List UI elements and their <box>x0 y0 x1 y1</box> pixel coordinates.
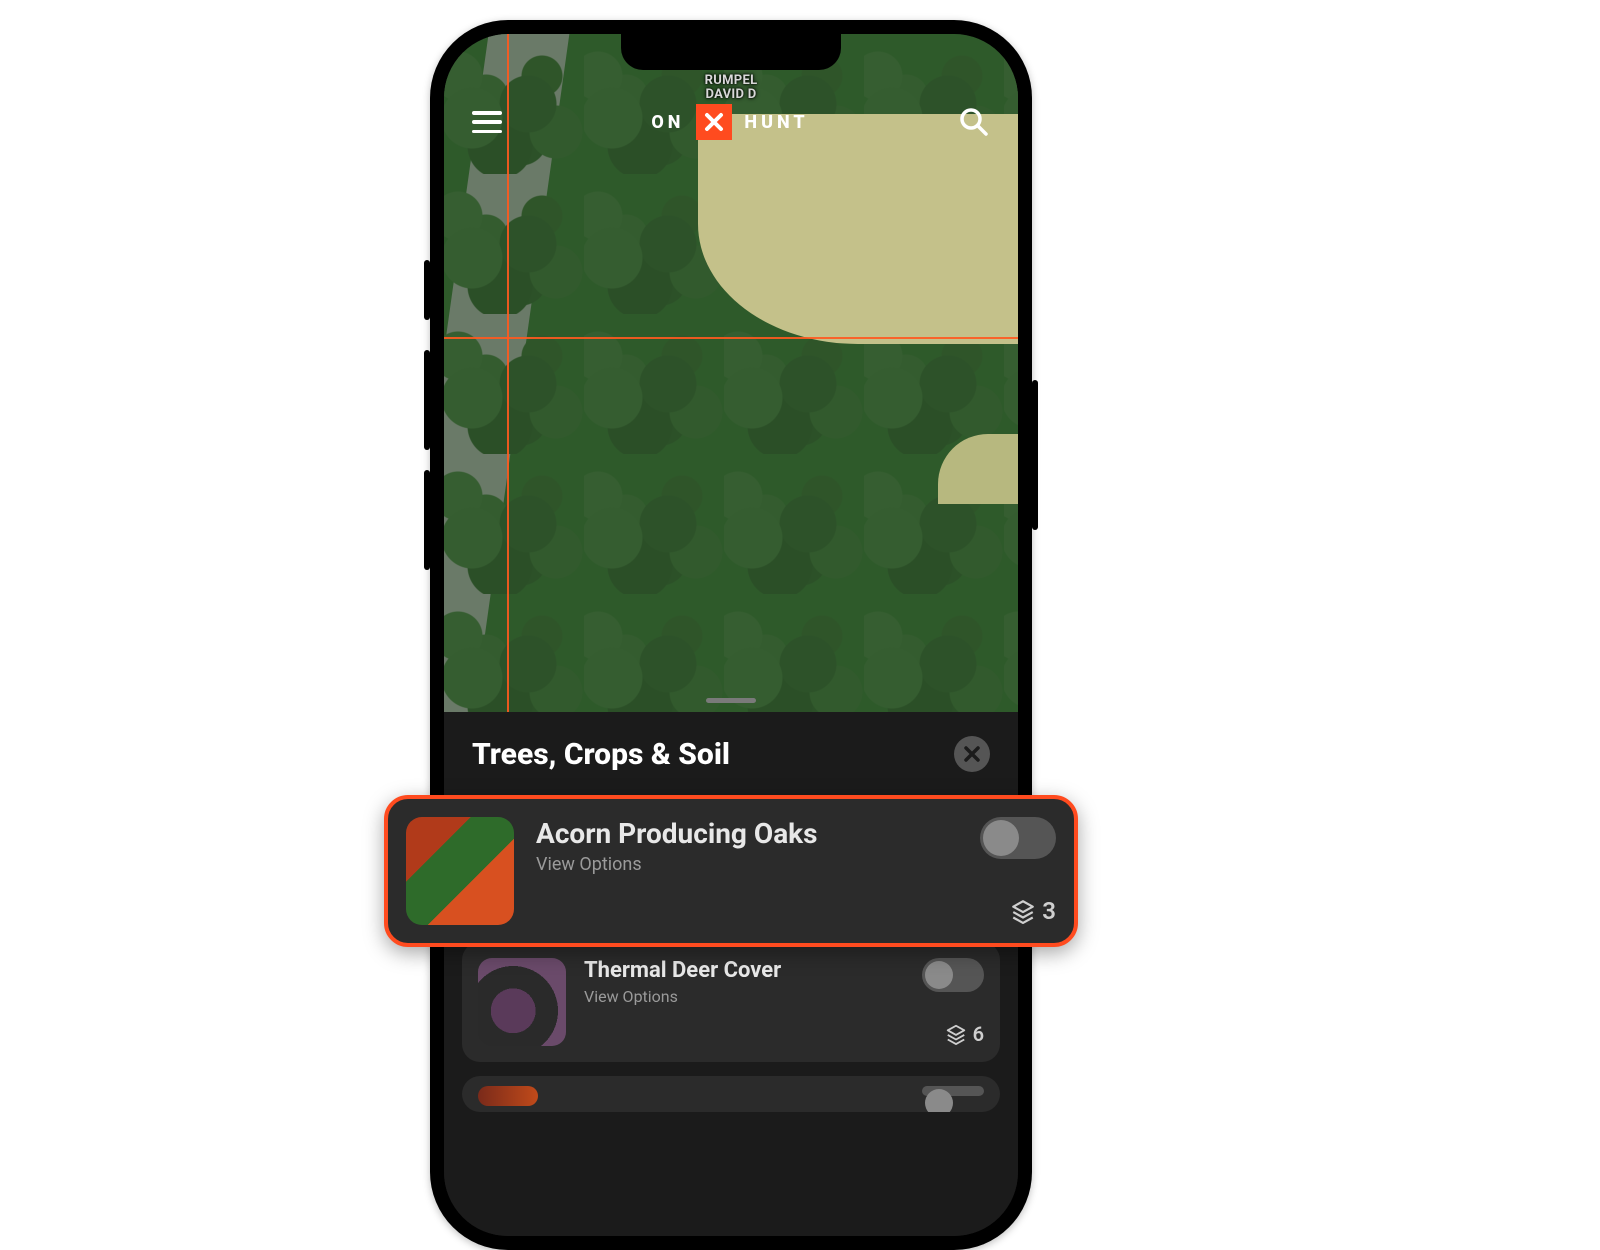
brand-x-icon <box>696 104 732 140</box>
side-button <box>424 260 430 320</box>
layer-thumb <box>478 1086 538 1106</box>
layer-toggle[interactable] <box>922 958 984 992</box>
drag-handle[interactable] <box>706 698 756 703</box>
layer-subtitle[interactable]: View Options <box>584 987 904 1006</box>
layer-toggle[interactable] <box>980 817 1056 859</box>
layer-thumb <box>406 817 514 925</box>
layers-icon <box>945 1023 967 1045</box>
parcel-line <box>444 337 1018 339</box>
brand-right: HUNT <box>744 112 808 133</box>
layer-count-value: 6 <box>973 1022 984 1046</box>
side-button <box>424 470 430 570</box>
layer-card-highlighted[interactable]: Acorn Producing Oaks View Options 3 <box>384 795 1078 947</box>
layer-subtitle[interactable]: View Options <box>536 854 958 875</box>
layer-body <box>556 1086 904 1096</box>
panel-header: Trees, Crops & Soil <box>444 712 1018 790</box>
screen: RUMPEL DAVID D ON HUNT Trees, Crops & So… <box>444 34 1018 1236</box>
layers-panel: Trees, Crops & Soil Thermal Deer Cover V… <box>444 712 1018 1236</box>
layer-count-value: 3 <box>1042 897 1056 925</box>
layer-toggle[interactable] <box>922 1086 984 1096</box>
app-header: ON HUNT <box>444 94 1018 150</box>
owner-line1: RUMPEL <box>705 74 758 88</box>
close-icon[interactable] <box>954 736 990 772</box>
layer-card-partial[interactable] <box>462 1076 1000 1112</box>
layer-title: Thermal Deer Cover <box>584 958 904 983</box>
layer-title: Acorn Producing Oaks <box>536 817 958 850</box>
layer-card-thermal[interactable]: Thermal Deer Cover View Options 6 <box>462 942 1000 1062</box>
layer-right <box>922 1086 984 1096</box>
brand-left: ON <box>651 112 684 133</box>
layer-count: 3 <box>1010 897 1056 925</box>
layer-body: Acorn Producing Oaks View Options <box>536 817 958 925</box>
side-button <box>1032 380 1038 530</box>
phone-frame: RUMPEL DAVID D ON HUNT Trees, Crops & So… <box>430 20 1032 1250</box>
layer-body: Thermal Deer Cover View Options <box>584 958 904 1046</box>
layer-right: 6 <box>922 958 984 1046</box>
layer-count: 6 <box>945 1022 984 1046</box>
search-icon[interactable] <box>958 106 990 138</box>
side-button <box>424 350 430 450</box>
menu-icon[interactable] <box>472 111 502 133</box>
notch <box>621 34 841 70</box>
layer-right: 3 <box>980 817 1056 925</box>
layer-thumb <box>478 958 566 1046</box>
app-logo: ON HUNT <box>651 104 808 140</box>
panel-title: Trees, Crops & Soil <box>472 737 730 772</box>
layers-icon <box>1010 898 1036 924</box>
